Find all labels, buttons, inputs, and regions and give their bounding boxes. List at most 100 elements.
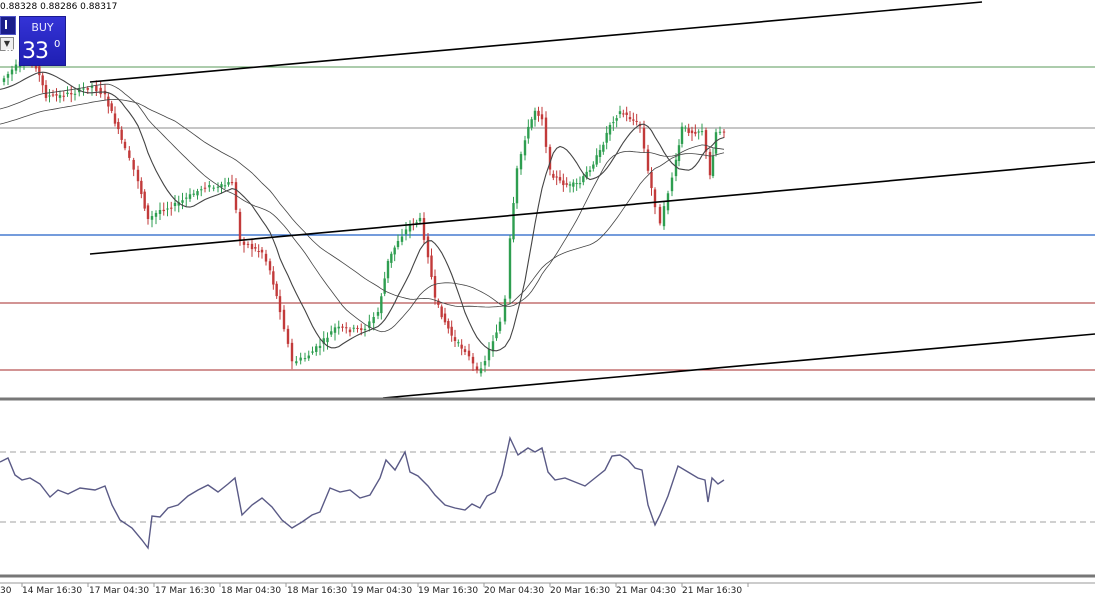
candle-body <box>260 249 264 253</box>
candle-body <box>578 183 582 185</box>
moving-average-line <box>0 98 725 308</box>
candle-body <box>44 84 48 98</box>
candle-body <box>307 355 310 359</box>
candle-body <box>540 114 544 120</box>
candle-body <box>158 209 162 214</box>
candle-body <box>393 247 396 255</box>
candle-body <box>216 186 220 188</box>
candle-body <box>519 154 523 170</box>
time-label: 18 Mar 16:30 <box>287 586 348 596</box>
moving-averages <box>0 71 725 352</box>
candle-body <box>99 87 102 95</box>
candle-body <box>170 207 173 209</box>
candle-body <box>430 255 433 277</box>
candle-body <box>376 311 380 316</box>
buy-button[interactable]: BUY .88 33 0 <box>1 16 66 66</box>
candle-body <box>650 171 653 189</box>
candle-body <box>625 112 628 115</box>
candle-body <box>697 131 700 133</box>
candle-body <box>495 332 498 339</box>
sell-panel-stub[interactable] <box>0 16 16 35</box>
candle-body <box>380 296 383 314</box>
candle-body <box>457 342 460 344</box>
candle-body <box>264 253 268 262</box>
candle-body <box>208 185 211 188</box>
candle-body <box>162 209 165 212</box>
candle-body <box>598 150 602 158</box>
candle-body <box>372 316 375 324</box>
time-label: 19 Mar 16:30 <box>418 586 479 596</box>
candle-body <box>123 141 127 149</box>
candle-body <box>55 94 58 96</box>
ohlc-readout: 0.88328 0.88286 0.88317 <box>0 2 118 12</box>
candle-body <box>268 261 272 271</box>
candle-body <box>658 206 662 224</box>
candle-body <box>345 327 348 329</box>
candle-body <box>704 130 708 152</box>
candle-body <box>714 132 718 154</box>
moving-average-line <box>0 83 725 333</box>
candle-body <box>73 93 77 95</box>
candle-body <box>230 182 234 184</box>
candle-body <box>523 140 527 156</box>
time-label: 18 Mar 04:30 <box>221 586 282 596</box>
trendline-middle[interactable] <box>89 161 1095 255</box>
candle-body <box>326 337 329 343</box>
candle-body <box>635 120 638 122</box>
candle-body <box>257 251 260 253</box>
candle-body <box>181 200 184 203</box>
candle-body <box>479 368 483 374</box>
candle-body <box>653 189 657 208</box>
candle-body <box>400 236 404 242</box>
candle-body <box>544 117 548 147</box>
candle-body <box>154 212 158 217</box>
candle-body <box>562 180 565 186</box>
candle-body <box>107 96 110 107</box>
candle-body <box>447 321 450 329</box>
chart-canvas[interactable] <box>0 0 1095 600</box>
candle-body <box>356 327 359 329</box>
candle-body <box>533 110 537 120</box>
candle-body <box>508 238 512 299</box>
candle-body <box>595 155 598 165</box>
candle-body <box>173 202 177 207</box>
candle-body <box>471 356 475 364</box>
candle-body <box>113 113 117 124</box>
candle-body <box>120 129 123 140</box>
candle-body <box>290 342 294 362</box>
candle-body <box>41 75 44 86</box>
candle-body <box>670 177 674 192</box>
candle-body <box>203 187 207 189</box>
candle-body <box>318 345 322 348</box>
candle-body <box>62 95 65 97</box>
candle-body <box>687 128 690 133</box>
time-label: 20 Mar 04:30 <box>484 586 545 596</box>
time-label: 30 <box>0 586 12 596</box>
candle-body <box>140 180 143 195</box>
candle-body <box>70 93 73 95</box>
candle-body <box>396 241 400 248</box>
candle-body <box>110 103 113 112</box>
candle-body <box>38 66 41 76</box>
trendline-upper[interactable] <box>89 1 983 83</box>
candle-body <box>684 127 687 129</box>
candle-body <box>250 243 254 250</box>
candle-body <box>132 159 135 170</box>
candle-body <box>572 182 575 187</box>
chart-window[interactable]: 0.88328 0.88286 0.88317 ▼ BUY .88 33 0 3… <box>0 0 1095 600</box>
candle-body <box>592 164 595 169</box>
time-label: 17 Mar 04:30 <box>89 586 150 596</box>
candle-body <box>426 236 430 258</box>
buy-price-super: 0 <box>54 39 61 50</box>
candle-body <box>700 131 704 133</box>
candle-body <box>254 247 257 249</box>
candle-body <box>628 117 632 120</box>
candle-body <box>10 69 14 75</box>
candle-body <box>128 150 131 158</box>
trendline-lower[interactable] <box>382 333 1095 399</box>
candle-body <box>512 203 515 240</box>
buy-price-prefix: .88 <box>1 48 19 59</box>
candle-body <box>146 205 150 220</box>
candle-body <box>352 327 355 329</box>
candle-body <box>618 111 622 115</box>
